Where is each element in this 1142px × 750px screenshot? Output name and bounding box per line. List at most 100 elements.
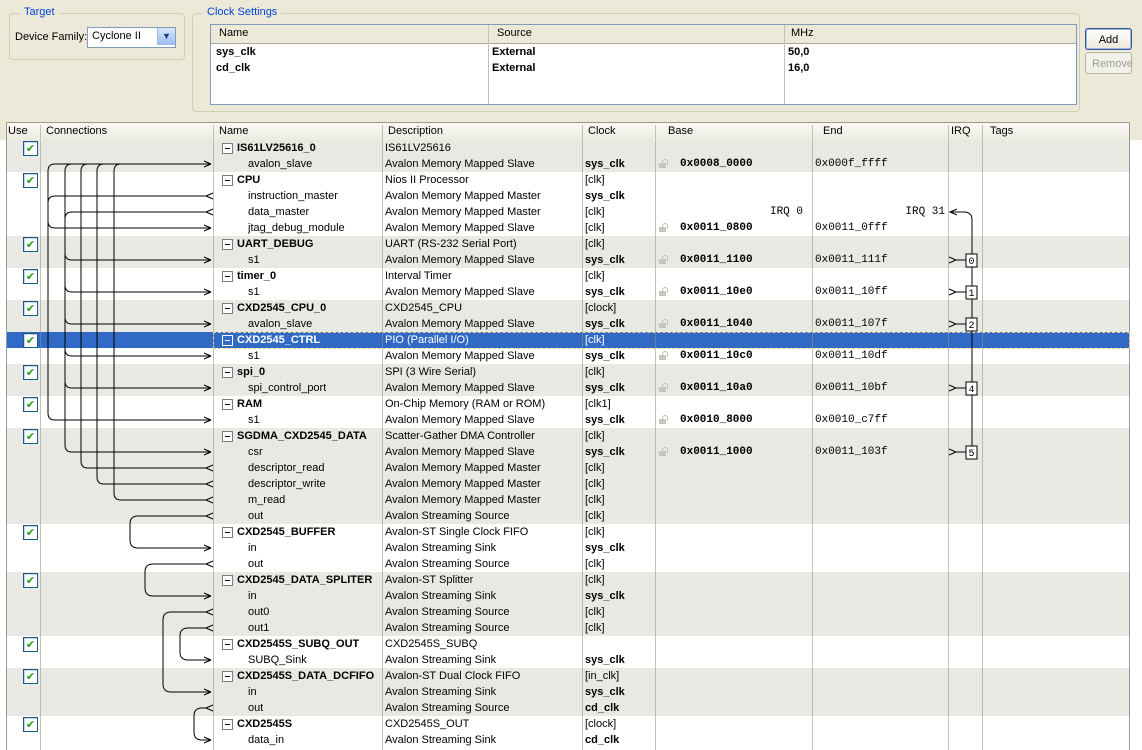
module-name[interactable]: CXD2545_CPU_0: [237, 301, 326, 315]
clock-cell[interactable]: [clk1]: [585, 397, 611, 411]
use-checkbox[interactable]: ✔: [23, 269, 38, 284]
use-checkbox[interactable]: ✔: [23, 397, 38, 412]
clock-cell[interactable]: [clk]: [585, 493, 605, 507]
col-irq[interactable]: IRQ: [951, 125, 971, 137]
port-row[interactable]: descriptor_read Avalon Memory Mapped Mast…: [7, 460, 1129, 476]
port-row[interactable]: in Avalon Streaming Sink sys_clk: [7, 540, 1129, 556]
use-checkbox[interactable]: ✔: [23, 237, 38, 252]
base-address-cell[interactable]: 0x0011_1100: [680, 253, 753, 267]
port-name[interactable]: out: [248, 509, 263, 523]
module-row[interactable]: ✔ spi_0 SPI (3 Wire Serial) [clk]: [7, 364, 1129, 380]
base-address-cell[interactable]: 0x0011_10e0: [680, 285, 753, 299]
module-row[interactable]: ✔ CPU Nios II Processor [clk]: [7, 172, 1129, 188]
module-row[interactable]: ✔ CXD2545_DATA_SPLITER Avalon-ST Splitter […: [7, 572, 1129, 588]
port-name[interactable]: out0: [248, 605, 269, 619]
module-name[interactable]: CXD2545S: [237, 717, 292, 731]
port-row[interactable]: s1 Avalon Memory Mapped Slave sys_clk 0x001…: [7, 348, 1129, 364]
port-row[interactable]: in Avalon Streaming Sink sys_clk: [7, 684, 1129, 700]
col-end[interactable]: End: [823, 125, 843, 137]
clock-cell[interactable]: [clk]: [585, 173, 605, 187]
unlock-icon[interactable]: [659, 447, 668, 457]
port-name[interactable]: data_in: [248, 733, 284, 747]
port-row[interactable]: data_master Avalon Memory Mapped Master [c…: [7, 204, 1129, 220]
port-name[interactable]: s1: [248, 349, 260, 363]
clock-cell[interactable]: sys_clk: [585, 413, 625, 427]
module-row[interactable]: ✔ CXD2545S_DATA_DCFIFO Avalon-ST Dual Cloc…: [7, 668, 1129, 684]
use-checkbox[interactable]: ✔: [23, 429, 38, 444]
module-name[interactable]: timer_0: [237, 269, 276, 283]
collapse-toggle-icon[interactable]: [222, 175, 233, 186]
col-description[interactable]: Description: [388, 125, 443, 137]
module-name[interactable]: CXD2545_DATA_SPLITER: [237, 573, 372, 587]
port-name[interactable]: data_master: [248, 205, 309, 219]
clock-cell[interactable]: sys_clk: [585, 317, 625, 331]
clock-cell[interactable]: [clk]: [585, 205, 605, 219]
unlock-icon[interactable]: [659, 159, 668, 169]
port-row[interactable]: out Avalon Streaming Source [clk]: [7, 556, 1129, 572]
module-row[interactable]: ✔ RAM On-Chip Memory (RAM or ROM) [clk1]: [7, 396, 1129, 412]
module-name[interactable]: CXD2545_CTRL: [237, 333, 320, 347]
port-row[interactable]: out Avalon Streaming Source cd_clk: [7, 700, 1129, 716]
use-checkbox[interactable]: ✔: [23, 573, 38, 588]
collapse-toggle-icon[interactable]: [222, 239, 233, 250]
clock-cell[interactable]: [clk]: [585, 461, 605, 475]
clock-cell[interactable]: [clock]: [585, 301, 616, 315]
unlock-icon[interactable]: [659, 223, 668, 233]
clock-cell[interactable]: [clock]: [585, 717, 616, 731]
module-name[interactable]: RAM: [237, 397, 262, 411]
module-name[interactable]: CXD2545S_DATA_DCFIFO: [237, 669, 374, 683]
use-checkbox[interactable]: ✔: [23, 717, 38, 732]
clock-cell[interactable]: [clk]: [585, 621, 605, 635]
port-name[interactable]: s1: [248, 413, 260, 427]
port-name[interactable]: csr: [248, 445, 263, 459]
module-row[interactable]: ✔ CXD2545_CTRL PIO (Parallel I/O) [clk]: [7, 332, 1129, 348]
clock-mhz[interactable]: 16,0: [788, 62, 809, 74]
clock-cell[interactable]: [clk]: [585, 557, 605, 571]
port-row[interactable]: in Avalon Streaming Sink sys_clk: [7, 588, 1129, 604]
clock-cell[interactable]: sys_clk: [585, 189, 625, 203]
unlock-icon[interactable]: [659, 287, 668, 297]
port-row[interactable]: out Avalon Streaming Source [clk]: [7, 508, 1129, 524]
clock-cell[interactable]: sys_clk: [585, 589, 625, 603]
module-name[interactable]: CXD2545_BUFFER: [237, 525, 335, 539]
collapse-toggle-icon[interactable]: [222, 399, 233, 410]
module-row[interactable]: ✔ UART_DEBUG UART (RS-232 Serial Port) [clk…: [7, 236, 1129, 252]
use-checkbox[interactable]: ✔: [23, 365, 38, 380]
chevron-down-icon[interactable]: ▼: [157, 28, 175, 45]
clock-cell[interactable]: [in_clk]: [585, 669, 619, 683]
port-row[interactable]: avalon_slave Avalon Memory Mapped Slave sy…: [7, 316, 1129, 332]
clock-cell[interactable]: [clk]: [585, 429, 605, 443]
port-row[interactable]: descriptor_write Avalon Memory Mapped Mas…: [7, 476, 1129, 492]
port-name[interactable]: s1: [248, 285, 260, 299]
collapse-toggle-icon[interactable]: [222, 575, 233, 586]
col-name[interactable]: Name: [219, 125, 248, 137]
base-address-cell[interactable]: 0x0011_10a0: [680, 381, 753, 395]
port-row[interactable]: csr Avalon Memory Mapped Slave sys_clk 0x00…: [7, 444, 1129, 460]
clock-cell[interactable]: sys_clk: [585, 157, 625, 171]
clock-cell[interactable]: sys_clk: [585, 685, 625, 699]
module-row[interactable]: ✔ IS61LV25616_0 IS61LV25616: [7, 140, 1129, 156]
port-row[interactable]: SUBQ_Sink Avalon Streaming Sink sys_clk: [7, 652, 1129, 668]
port-row[interactable]: s1 Avalon Memory Mapped Slave sys_clk 0x001…: [7, 252, 1129, 268]
clock-cell[interactable]: [clk]: [585, 605, 605, 619]
port-name[interactable]: out1: [248, 621, 269, 635]
collapse-toggle-icon[interactable]: [222, 271, 233, 282]
port-row[interactable]: out1 Avalon Streaming Source [clk]: [7, 620, 1129, 636]
use-checkbox[interactable]: ✔: [23, 669, 38, 684]
collapse-toggle-icon[interactable]: [222, 367, 233, 378]
clock-cell[interactable]: [clk]: [585, 525, 605, 539]
clock-cell[interactable]: sys_clk: [585, 381, 625, 395]
use-checkbox[interactable]: ✔: [23, 173, 38, 188]
col-connections[interactable]: Connections: [46, 125, 107, 137]
unlock-icon[interactable]: [659, 383, 668, 393]
module-name[interactable]: IS61LV25616_0: [237, 141, 316, 155]
module-name[interactable]: SGDMA_CXD2545_DATA: [237, 429, 367, 443]
add-clock-button[interactable]: Add: [1085, 28, 1132, 50]
use-checkbox[interactable]: ✔: [23, 333, 38, 348]
port-name[interactable]: in: [248, 685, 257, 699]
port-row[interactable]: m_read Avalon Memory Mapped Master [clk]: [7, 492, 1129, 508]
clock-cell[interactable]: sys_clk: [585, 445, 625, 459]
clock-cell[interactable]: [clk]: [585, 333, 605, 347]
port-name[interactable]: m_read: [248, 493, 285, 507]
port-name[interactable]: descriptor_read: [248, 461, 324, 475]
